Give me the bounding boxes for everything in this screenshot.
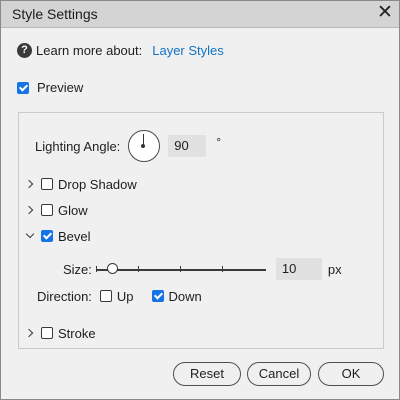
direction-up-option[interactable]: Up (99, 288, 134, 304)
lighting-angle-input[interactable]: 90 (168, 135, 207, 157)
size-slider[interactable] (95, 261, 266, 277)
dialog-title: Style Settings (12, 6, 98, 22)
learn-more-label: Learn more about: (36, 42, 143, 58)
preview-checkbox[interactable] (17, 81, 29, 94)
drop-shadow-checkbox[interactable] (41, 178, 53, 190)
bevel-direction-row: Direction: Up Down (37, 287, 202, 305)
size-input[interactable]: 10 (275, 258, 322, 280)
lighting-angle-label: Lighting Angle: (35, 138, 121, 154)
style-settings-dialog: Style Settings ✕ ? Learn more about: Lay… (0, 0, 400, 400)
chevron-right-icon[interactable] (25, 205, 35, 215)
size-unit: px (327, 261, 342, 277)
effect-stroke[interactable]: Stroke (25, 324, 96, 342)
reset-button[interactable]: Reset (173, 362, 241, 386)
learn-more-row: ? Learn more about: Layer Styles (17, 41, 224, 59)
size-label: Size: (63, 261, 92, 277)
preview-checkbox-row[interactable]: Preview (17, 80, 83, 95)
angle-dial[interactable] (128, 130, 161, 162)
size-slider-handle[interactable] (106, 263, 118, 274)
preview-label: Preview (37, 80, 84, 95)
help-icon: ? (17, 42, 32, 58)
degree-unit: ° (216, 135, 222, 149)
bevel-label: Bevel (58, 228, 91, 244)
lighting-angle-row: Lighting Angle: 90 ° (35, 126, 221, 166)
layer-styles-link[interactable]: Layer Styles (152, 43, 224, 58)
glow-label: Glow (58, 202, 88, 218)
effect-bevel[interactable]: Bevel (25, 227, 91, 245)
effect-drop-shadow[interactable]: Drop Shadow (25, 175, 137, 193)
direction-up-label: Up (116, 288, 134, 304)
close-icon[interactable]: ✕ (375, 3, 395, 23)
title-bar: Style Settings ✕ (1, 1, 399, 28)
direction-label: Direction: (37, 288, 92, 304)
chevron-right-icon[interactable] (25, 179, 35, 189)
cancel-button[interactable]: Cancel (247, 362, 311, 386)
direction-down-label: Down (168, 288, 202, 304)
ok-button[interactable]: OK (318, 362, 384, 386)
bevel-size-row: Size: 10 px (63, 258, 342, 280)
effect-glow[interactable]: Glow (25, 201, 88, 219)
stroke-checkbox[interactable] (41, 327, 53, 339)
bevel-checkbox[interactable] (41, 230, 53, 242)
direction-down-checkbox[interactable] (151, 290, 164, 302)
drop-shadow-label: Drop Shadow (58, 176, 137, 192)
glow-checkbox[interactable] (41, 204, 53, 216)
direction-up-checkbox[interactable] (99, 290, 112, 302)
chevron-right-icon[interactable] (25, 328, 35, 338)
chevron-down-icon[interactable] (25, 231, 35, 241)
stroke-label: Stroke (58, 325, 96, 341)
direction-down-option[interactable]: Down (151, 288, 202, 304)
